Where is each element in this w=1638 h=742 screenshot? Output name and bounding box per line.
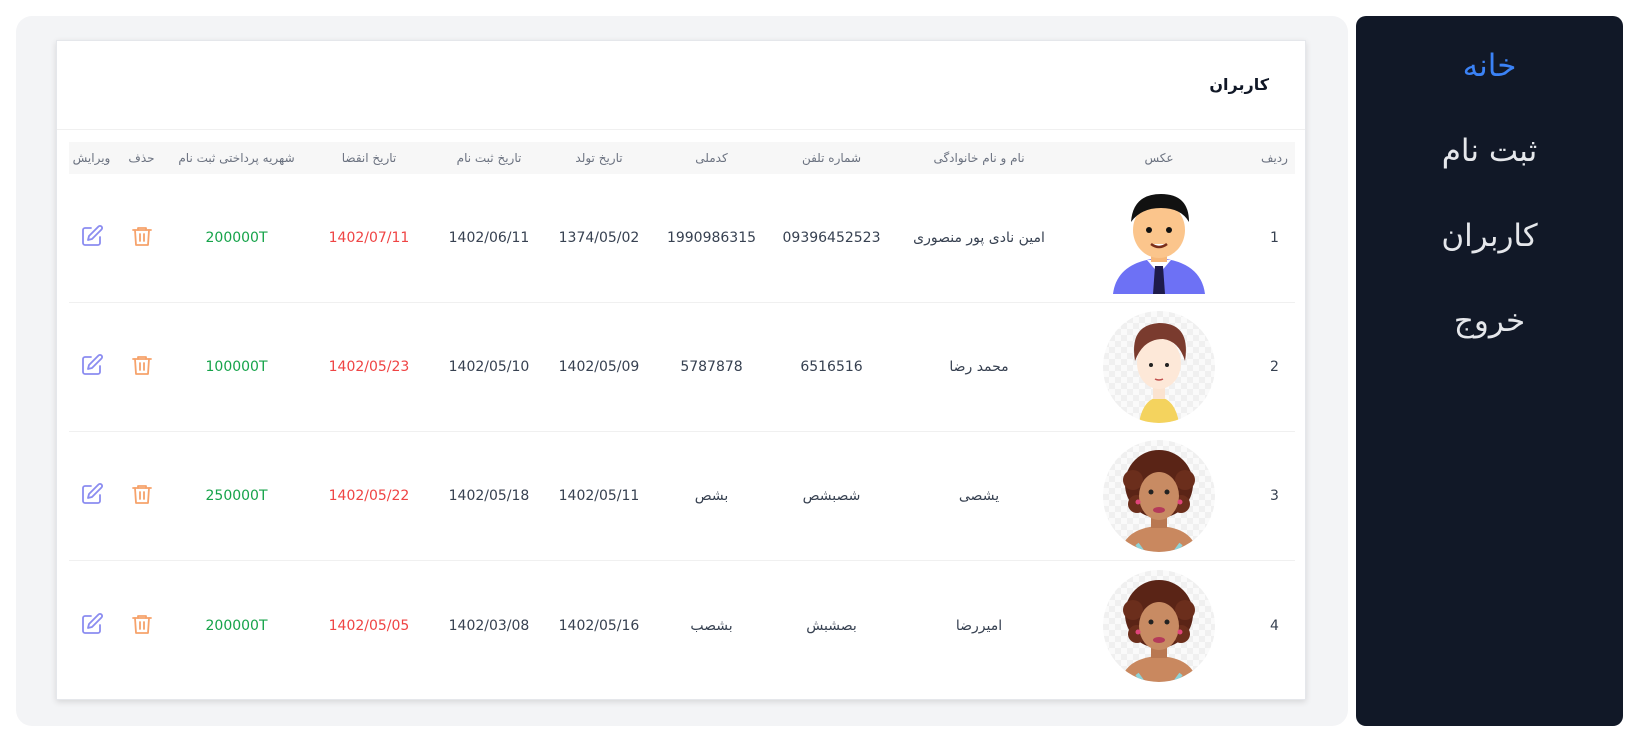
avatar: [1103, 569, 1215, 682]
national-code-cell: 5787878: [680, 359, 743, 375]
fee-cell: 100000T: [205, 359, 268, 375]
header-photo: عکس: [1144, 151, 1174, 165]
header-expiry-date: تاریخ انقضا: [341, 151, 397, 165]
sidebar-item-users[interactable]: کاربران: [1356, 216, 1623, 301]
fee-cell: 200000T: [205, 617, 268, 634]
sidebar: خانه ثبت نام کاربران خروج: [1356, 16, 1623, 726]
header-delete: حذف: [128, 151, 155, 165]
phone-cell: بصشبش: [806, 617, 857, 634]
avatar: [1103, 311, 1215, 423]
phone-cell: 09396452523: [782, 230, 881, 246]
avatar: [1103, 440, 1215, 552]
main-panel: کاربران ویرایش حذف شهریه پرداختی ثبت نام…: [16, 16, 1348, 726]
header-phone: شماره تلفن: [801, 151, 862, 165]
header-registration-date: تاریخ ثبت نام: [456, 151, 522, 165]
users-card: کاربران ویرایش حذف شهریه پرداختی ثبت نام…: [56, 40, 1306, 700]
national-code-cell: بشصب: [690, 617, 733, 634]
delete-cell: [114, 353, 169, 381]
phone-cell: شصبشص: [802, 488, 861, 504]
index-cell: 1: [1270, 230, 1279, 246]
users-table: ویرایش حذف شهریه پرداختی ثبت نام تاریخ ا…: [69, 142, 1295, 690]
table-row: 200000T 1402/07/11 1402/06/11 1374/05/02…: [69, 174, 1295, 303]
expiry-date-cell: 1402/05/23: [328, 359, 410, 375]
table-body: 200000T 1402/07/11 1402/06/11 1374/05/02…: [69, 174, 1295, 690]
index-cell: 2: [1270, 359, 1279, 375]
registration-date-cell: 1402/05/18: [448, 488, 530, 504]
national-code-cell: بشص: [694, 488, 729, 504]
birth-date-cell: 1402/05/11: [558, 488, 640, 504]
name-cell: یشصی: [958, 488, 1000, 504]
header-fee: شهریه پرداختی ثبت نام: [178, 151, 295, 165]
trash-icon[interactable]: [130, 612, 154, 636]
birth-date-cell: 1374/05/02: [558, 230, 640, 246]
national-code-cell: 1990986315: [666, 230, 757, 246]
card-header: کاربران: [57, 41, 1305, 130]
edit-cell: [69, 612, 114, 640]
phone-cell: 6516516: [800, 359, 863, 375]
avatar: [1103, 182, 1215, 294]
delete-cell: [114, 224, 169, 252]
index-cell: 4: [1270, 617, 1279, 634]
delete-cell: [114, 612, 169, 640]
photo-cell: [1064, 569, 1254, 682]
edit-icon[interactable]: [80, 482, 104, 506]
delete-cell: [114, 482, 169, 510]
registration-date-cell: 1402/03/08: [448, 617, 530, 634]
name-cell: محمد رضا: [949, 359, 1009, 375]
table-row: 100000T 1402/05/23 1402/05/10 1402/05/09…: [69, 303, 1295, 432]
header-birth-date: تاریخ تولد: [575, 151, 623, 165]
header-national-code: کدملی: [695, 151, 728, 165]
trash-icon[interactable]: [130, 353, 154, 377]
edit-icon[interactable]: [80, 612, 104, 636]
name-cell: امین نادی پور منصوری: [913, 230, 1045, 246]
fee-cell: 200000T: [205, 230, 268, 246]
edit-cell: [69, 482, 114, 510]
expiry-date-cell: 1402/05/05: [328, 617, 410, 634]
table-header: ویرایش حذف شهریه پرداختی ثبت نام تاریخ ا…: [69, 142, 1295, 174]
table-row: 250000T 1402/05/22 1402/05/18 1402/05/11…: [69, 432, 1295, 561]
photo-cell: [1064, 182, 1254, 294]
table-row: 200000T 1402/05/05 1402/03/08 1402/05/16…: [69, 561, 1295, 690]
photo-cell: [1064, 440, 1254, 552]
header-name: نام و نام خانوادگی: [933, 151, 1025, 165]
edit-icon[interactable]: [80, 224, 104, 248]
edit-icon[interactable]: [80, 353, 104, 377]
header-edit: ویرایش: [72, 151, 111, 165]
expiry-date-cell: 1402/05/22: [328, 488, 410, 504]
sidebar-item-register[interactable]: ثبت نام: [1356, 131, 1623, 216]
trash-icon[interactable]: [130, 224, 154, 248]
edit-cell: [69, 224, 114, 252]
index-cell: 3: [1270, 488, 1279, 504]
edit-cell: [69, 353, 114, 381]
name-cell: امیررضا: [955, 617, 1003, 634]
registration-date-cell: 1402/05/10: [448, 359, 530, 375]
header-index: ردیف: [1261, 151, 1288, 165]
fee-cell: 250000T: [205, 488, 268, 504]
photo-cell: [1064, 311, 1254, 423]
page-title: کاربران: [1209, 75, 1269, 94]
sidebar-item-home[interactable]: خانه: [1356, 46, 1623, 131]
expiry-date-cell: 1402/07/11: [328, 230, 410, 246]
birth-date-cell: 1402/05/16: [558, 617, 640, 634]
sidebar-item-logout[interactable]: خروج: [1356, 301, 1623, 386]
trash-icon[interactable]: [130, 482, 154, 506]
birth-date-cell: 1402/05/09: [558, 359, 640, 375]
registration-date-cell: 1402/06/11: [448, 230, 530, 246]
